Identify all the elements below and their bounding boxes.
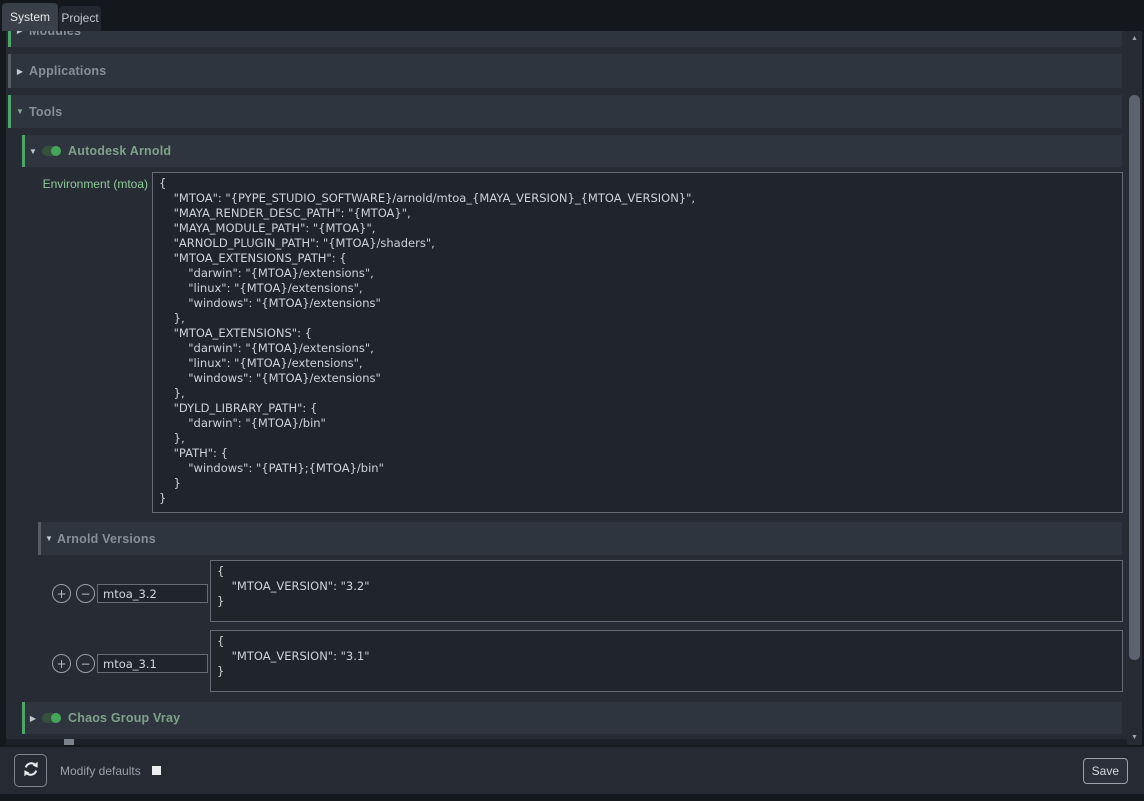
chevron-down-icon: ▼	[41, 534, 57, 543]
tab-project[interactable]: Project	[59, 6, 101, 31]
section-header-tools[interactable]: ▼ Tools	[8, 95, 1122, 128]
tab-bar: System Project	[0, 0, 1144, 31]
add-version-button[interactable]: +	[52, 584, 71, 603]
vertical-scrollbar-thumb[interactable]	[1129, 95, 1140, 660]
section-label-modules: Modules	[29, 31, 81, 38]
section-header-vray[interactable]: ▶ Chaos Group Vray	[22, 702, 1122, 734]
environment-mtoa-editor[interactable]: { "MTOA": "{PYPE_STUDIO_SOFTWARE}/arnold…	[152, 172, 1123, 513]
remove-version-button[interactable]: −	[76, 654, 95, 673]
section-label-vray: Chaos Group Vray	[68, 711, 180, 725]
modify-defaults-group: Modify defaults	[60, 747, 161, 794]
horizontal-scrollbar-thumb[interactable]	[64, 739, 74, 745]
version-key-input[interactable]	[97, 584, 208, 603]
chevron-down-icon: ▼	[11, 107, 29, 116]
version-key-input[interactable]	[97, 654, 208, 673]
version-value-editor[interactable]: { "MTOA_VERSION": "3.2" }	[210, 560, 1123, 622]
scroll-down-icon[interactable]: ▼	[1127, 730, 1142, 745]
chevron-right-icon: ▶	[11, 31, 29, 35]
section-header-applications[interactable]: ▶ Applications	[8, 54, 1122, 88]
version-value-editor[interactable]: { "MTOA_VERSION": "3.1" }	[210, 630, 1123, 692]
chevron-right-icon: ▶	[25, 714, 41, 723]
tab-system[interactable]: System	[2, 3, 58, 31]
environment-mtoa-label: Environment (mtoa)	[6, 177, 148, 191]
refresh-icon	[22, 760, 40, 781]
modify-defaults-checkbox[interactable]	[152, 766, 161, 775]
save-button[interactable]: Save	[1083, 758, 1128, 784]
chevron-down-icon: ▼	[25, 147, 41, 156]
vertical-scrollbar[interactable]: ▲ ▼	[1127, 31, 1142, 745]
chevron-right-icon: ▶	[11, 67, 29, 76]
vray-enabled-toggle[interactable]	[42, 713, 61, 723]
section-label-arnold-versions: Arnold Versions	[57, 532, 156, 546]
section-label-applications: Applications	[29, 64, 106, 78]
section-header-arnold[interactable]: ▼ Autodesk Arnold	[22, 135, 1122, 167]
section-label-arnold: Autodesk Arnold	[68, 144, 171, 158]
arnold-enabled-toggle[interactable]	[42, 146, 61, 156]
add-version-button[interactable]: +	[52, 654, 71, 673]
remove-version-button[interactable]: −	[76, 584, 95, 603]
horizontal-scrollbar[interactable]	[6, 739, 1127, 745]
section-header-modules[interactable]: ▶ Modules	[8, 31, 1122, 47]
section-header-arnold-versions[interactable]: ▼ Arnold Versions	[38, 522, 1122, 555]
refresh-button[interactable]	[14, 754, 47, 787]
section-label-tools: Tools	[29, 105, 62, 119]
settings-window: System Project ▶ Modules ▶ Applications …	[0, 0, 1144, 801]
settings-panel: ▶ Modules ▶ Applications ▼ Tools ▼ Autod…	[6, 31, 1127, 745]
modify-defaults-label: Modify defaults	[60, 764, 141, 778]
scroll-up-icon[interactable]: ▲	[1127, 31, 1142, 46]
footer-bar: Modify defaults Save	[0, 747, 1144, 794]
